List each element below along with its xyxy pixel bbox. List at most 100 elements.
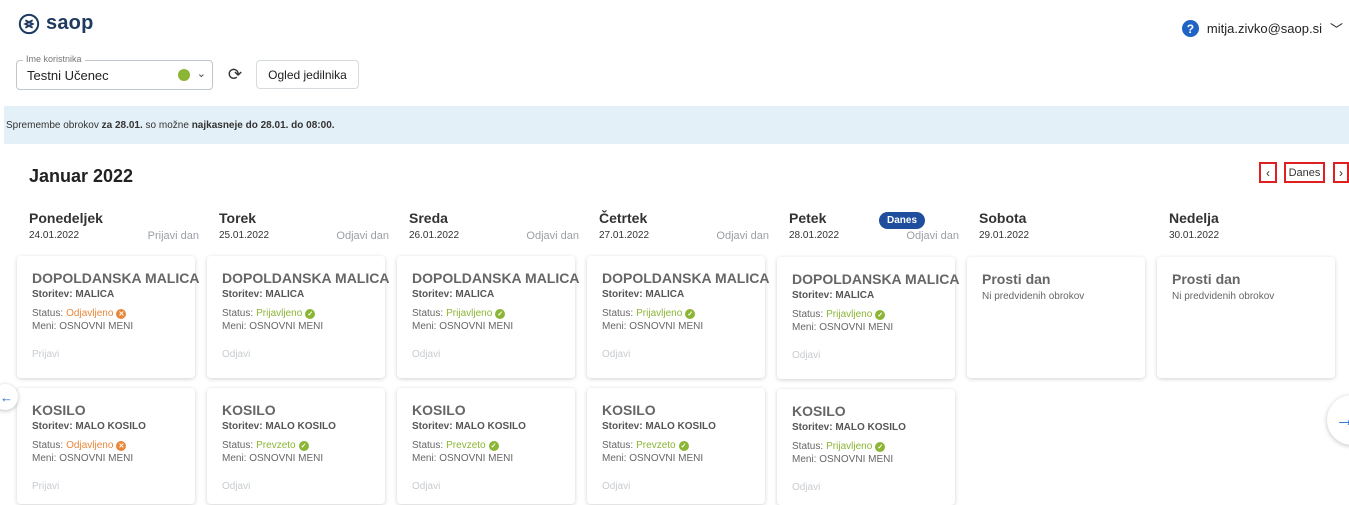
view-menu-button[interactable]: Ogled jedilnika <box>256 60 359 89</box>
refresh-icon: ⟳ <box>227 65 243 84</box>
meal-title: DOPOLDANSKA MALICA <box>792 271 960 287</box>
day-toggle-link[interactable]: Odjavi dan <box>716 230 769 242</box>
meal-card: KOSILO Storitev: MALO KOSILO Status: Prevz… <box>587 388 765 504</box>
free-day-subtitle: Ni predvidenih obrokov <box>982 291 1085 302</box>
meal-action-link[interactable]: Prijavi <box>32 481 59 492</box>
chevron-down-icon[interactable]: ﹀ <box>1330 19 1343 38</box>
day-header: Sreda 26.01.2022 Odjavi dan <box>409 210 589 246</box>
check-icon: ✓ <box>298 440 309 451</box>
logo[interactable]: saop <box>18 12 93 35</box>
meal-service: Storitev: MALO KOSILO <box>792 422 906 433</box>
banner-text-3: so možne <box>142 120 192 131</box>
meal-status: Status: Odjavljeno ✕ <box>32 440 127 451</box>
meal-title: KOSILO <box>32 402 86 418</box>
user-select[interactable]: Ime koristnika Testni Učenec ⌄ <box>16 54 213 90</box>
day-toggle-link[interactable]: Odjavi dan <box>906 230 959 242</box>
help-icon[interactable]: ? <box>1181 20 1199 37</box>
status-value: Odjavljeno <box>66 308 114 319</box>
status-label: Status: <box>32 308 64 319</box>
meal-action-link[interactable]: Odjavi <box>412 481 440 492</box>
free-day-card: Prosti dan Ni predvidenih obrokov <box>967 257 1145 378</box>
meal-status: Status: Prevzeto ✓ <box>222 440 309 451</box>
check-icon: ✓ <box>488 440 499 451</box>
meal-status: Status: Prijavljeno ✓ <box>792 309 886 320</box>
day-header: Petek 28.01.2022 Odjavi dan Danes <box>789 210 969 246</box>
day-header: Četrtek 27.01.2022 Odjavi dan <box>599 210 779 246</box>
user-menu[interactable]: ? mitja.zivko@saop.si ﹀ <box>1181 19 1343 38</box>
meal-service: Storitev: MALICA <box>602 289 685 300</box>
meal-action-link[interactable]: Odjavi <box>222 349 250 360</box>
status-value: Prijavljeno <box>256 308 303 319</box>
logo-text: saop <box>46 12 94 34</box>
day-name: Četrtek <box>599 210 648 226</box>
meal-service: Storitev: MALICA <box>222 289 305 300</box>
day-name: Nedelja <box>1169 210 1219 226</box>
day-toggle-link[interactable]: Odjavi dan <box>336 230 389 242</box>
meal-action-link[interactable]: Odjavi <box>792 350 820 361</box>
meal-action-link[interactable]: Odjavi <box>602 481 630 492</box>
meal-title: DOPOLDANSKA MALICA <box>602 270 770 286</box>
day-date: 30.01.2022 <box>1169 230 1220 241</box>
meal-title: KOSILO <box>792 403 846 419</box>
meal-title: DOPOLDANSKA MALICA <box>32 270 200 286</box>
day-name: Ponedeljek <box>29 210 103 226</box>
status-label: Status: <box>792 441 824 452</box>
day-name: Torek <box>219 210 257 226</box>
free-day-title: Prosti dan <box>982 271 1051 287</box>
next-week-button[interactable]: › <box>1333 162 1349 183</box>
meal-menu: Meni: OSNOVNI MENI <box>602 453 704 464</box>
meal-menu: Meni: OSNOVNI MENI <box>32 453 134 464</box>
meal-action-link[interactable]: Odjavi <box>412 349 440 360</box>
meal-menu: Meni: OSNOVNI MENI <box>792 454 894 465</box>
meal-menu: Meni: OSNOVNI MENI <box>792 322 894 333</box>
saop-logo-icon <box>18 13 40 34</box>
status-label: Status: <box>222 440 254 451</box>
day-toggle-link[interactable]: Prijavi dan <box>148 230 199 242</box>
chevron-down-icon[interactable]: ⌄ <box>197 67 206 80</box>
info-banner: Spremembe obrokov za 28.01. so možne naj… <box>4 106 1349 144</box>
meal-card: DOPOLDANSKA MALICA Storitev: MALICA Status… <box>777 257 959 379</box>
check-icon: ✓ <box>875 441 886 452</box>
meal-action-link[interactable]: Odjavi <box>792 482 820 493</box>
free-day-card: Prosti dan Ni predvidenih obrokov <box>1157 257 1335 378</box>
meal-card: DOPOLDANSKA MALICA Storitev: MALICA Status… <box>17 256 199 378</box>
status-label: Status: <box>412 440 444 451</box>
day-date: 29.01.2022 <box>979 230 1030 241</box>
meal-status: Status: Odjavljeno ✕ <box>32 308 127 319</box>
refresh-button[interactable]: ⟳ <box>222 60 248 90</box>
free-day-title: Prosti dan <box>1172 271 1241 287</box>
prev-week-button[interactable]: ‹ <box>1259 162 1277 183</box>
user-email[interactable]: mitja.zivko@saop.si <box>1207 21 1322 36</box>
arrow-right-icon: → <box>1335 408 1349 431</box>
meal-service: Storitev: MALICA <box>792 290 875 301</box>
day-toggle-link[interactable]: Odjavi dan <box>526 230 579 242</box>
day-header: Ponedeljek 24.01.2022 Prijavi dan <box>29 210 209 246</box>
day-header: Nedelja 30.01.2022 <box>1169 210 1349 246</box>
meal-title: DOPOLDANSKA MALICA <box>412 270 580 286</box>
scroll-right-button[interactable]: → <box>1327 395 1349 445</box>
today-button[interactable]: Danes <box>1284 162 1325 183</box>
free-day-subtitle: Ni predvidenih obrokov <box>1172 291 1275 302</box>
status-value: Prijavljeno <box>826 309 873 320</box>
status-label: Status: <box>412 308 444 319</box>
status-value: Prijavljeno <box>826 441 873 452</box>
status-label: Status: <box>792 309 824 320</box>
meal-card: DOPOLDANSKA MALICA Storitev: MALICA Status… <box>207 256 389 378</box>
meal-service: Storitev: MALO KOSILO <box>222 421 336 432</box>
meal-action-link[interactable]: Prijavi <box>32 349 59 360</box>
check-icon: ✓ <box>495 308 506 319</box>
meal-status: Status: Prijavljeno ✓ <box>412 308 506 319</box>
meal-card: KOSILO Storitev: MALO KOSILO Status: Prevz… <box>207 388 385 504</box>
meal-service: Storitev: MALICA <box>32 289 115 300</box>
day-date: 25.01.2022 <box>219 230 270 241</box>
day-date: 27.01.2022 <box>599 230 650 241</box>
check-icon: ✓ <box>305 308 316 319</box>
status-label: Status: <box>602 440 634 451</box>
meal-service: Storitev: MALO KOSILO <box>602 421 716 432</box>
scroll-left-button[interactable]: ← <box>0 384 18 410</box>
user-select-label: Ime koristnika <box>23 54 85 64</box>
user-select-value[interactable]: Testni Učenec <box>27 68 109 83</box>
meal-action-link[interactable]: Odjavi <box>222 481 250 492</box>
meal-action-link[interactable]: Odjavi <box>602 349 630 360</box>
meal-service: Storitev: MALICA <box>412 289 495 300</box>
